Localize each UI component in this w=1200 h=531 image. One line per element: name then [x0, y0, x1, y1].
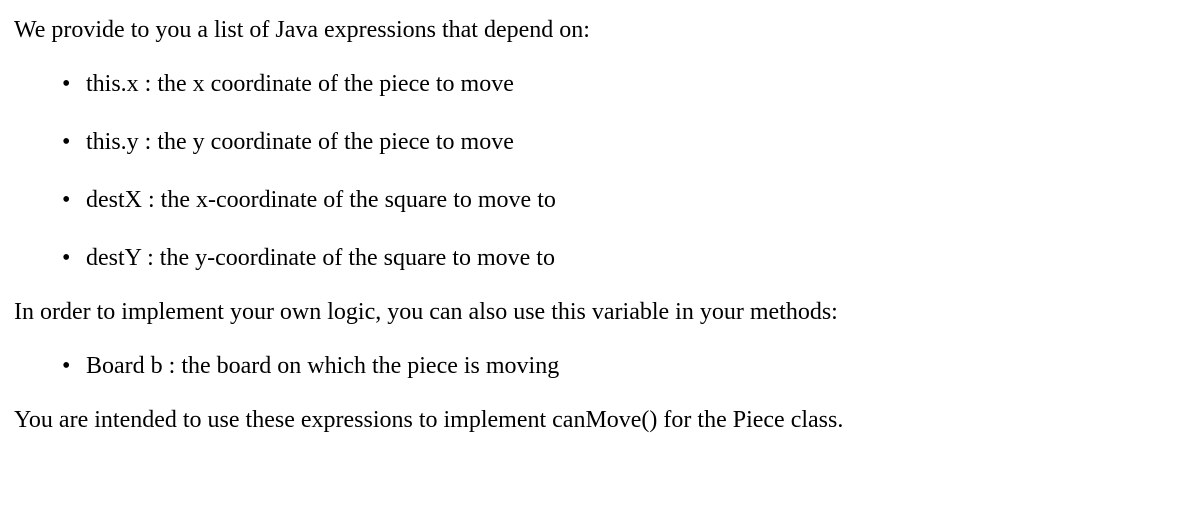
variables-list: Board b : the board on which the piece i…	[14, 348, 1186, 384]
list-item: this.y : the y coordinate of the piece t…	[62, 124, 1186, 160]
list-item: destY : the y-coordinate of the square t…	[62, 240, 1186, 276]
list-item: Board b : the board on which the piece i…	[62, 348, 1186, 384]
outro-paragraph: You are intended to use these expression…	[14, 402, 1186, 438]
list-item: destX : the x-coordinate of the square t…	[62, 182, 1186, 218]
middle-paragraph: In order to implement your own logic, yo…	[14, 294, 1186, 330]
intro-paragraph: We provide to you a list of Java express…	[14, 12, 1186, 48]
expressions-list: this.x : the x coordinate of the piece t…	[14, 66, 1186, 276]
list-item: this.x : the x coordinate of the piece t…	[62, 66, 1186, 102]
